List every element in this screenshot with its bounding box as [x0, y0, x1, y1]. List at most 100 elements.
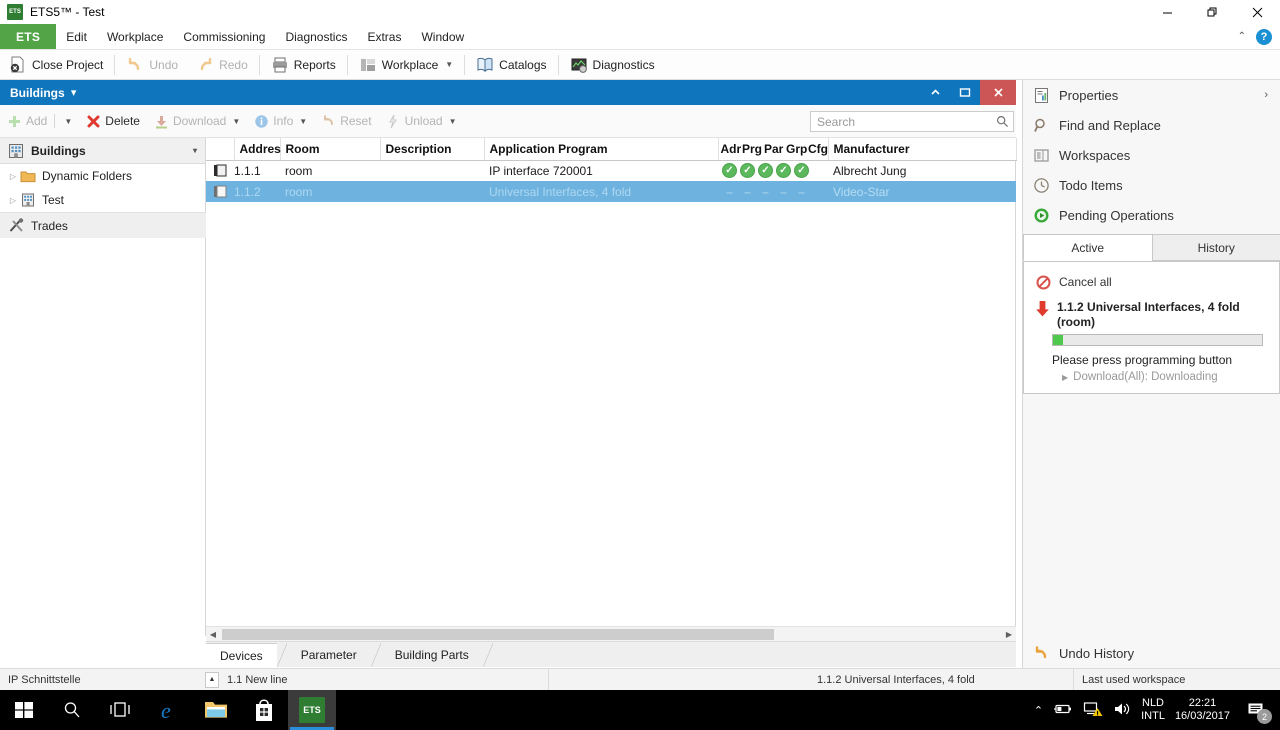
scroll-left-arrow-icon[interactable]: ◀: [206, 630, 220, 639]
diagnostics-button[interactable]: Diagnostics: [561, 52, 664, 78]
clock-icon: [1033, 177, 1050, 194]
add-button[interactable]: Add ▼: [0, 109, 79, 133]
tree-item-test[interactable]: ▷ Test: [0, 188, 205, 212]
status-indicators: ✓ ✓ ✓ ✓ ✓: [722, 163, 828, 179]
expander-icon[interactable]: ▷: [6, 172, 20, 181]
network-warning-icon[interactable]: [1083, 701, 1103, 720]
pending-operation-subtask[interactable]: ▶ Download(All): Downloading: [1024, 367, 1279, 383]
tab-building-parts[interactable]: Building Parts: [381, 643, 483, 667]
menu-commissioning[interactable]: Commissioning: [173, 24, 275, 49]
panel-restore-button[interactable]: [950, 80, 980, 105]
close-project-icon: [9, 56, 27, 74]
menu-ets[interactable]: ETS: [0, 24, 57, 49]
panel-collapse-button[interactable]: [920, 80, 950, 105]
status-interface[interactable]: IP Schnittstelle: [0, 669, 205, 691]
scrollbar-thumb[interactable]: [222, 628, 774, 640]
menu-workplace[interactable]: Workplace: [97, 24, 173, 49]
status-line-label: 1.1 New line: [227, 673, 288, 686]
catalogs-button[interactable]: Catalogs: [467, 52, 555, 78]
workplace-button[interactable]: Workplace ▼: [350, 52, 462, 78]
table-row[interactable]: 1.1.2 room Universal Interfaces, 4 fold …: [206, 181, 1016, 202]
col-par[interactable]: Par: [762, 138, 784, 161]
status-line: 1.1 New line: [219, 668, 549, 691]
sidebar-item-properties[interactable]: Properties ›: [1023, 80, 1280, 110]
tree-footer-trades[interactable]: Trades: [0, 212, 206, 238]
menu-edit[interactable]: Edit: [56, 24, 97, 49]
chevron-down-icon[interactable]: ▼: [64, 117, 72, 126]
col-cfg[interactable]: Cfg: [806, 138, 829, 161]
unload-button[interactable]: Unload ▼: [379, 109, 464, 133]
restore-button[interactable]: [1190, 0, 1235, 24]
download-button[interactable]: Download ▼: [147, 109, 247, 133]
info-button[interactable]: Info ▼: [247, 109, 314, 133]
volume-icon[interactable]: [1113, 701, 1131, 720]
panel-close-button[interactable]: [980, 80, 1016, 105]
tab-parameter[interactable]: Parameter: [287, 643, 371, 667]
chevron-down-icon[interactable]: ▼: [299, 117, 307, 126]
building-small-icon: [20, 192, 36, 208]
tab-active[interactable]: Active: [1023, 234, 1153, 261]
minimize-button[interactable]: [1145, 0, 1190, 24]
table-horizontal-scrollbar[interactable]: ◀ ▶: [206, 626, 1016, 641]
undo-button[interactable]: Undo: [117, 52, 187, 78]
table-row[interactable]: 1.1.1 room IP interface 720001 ✓ ✓ ✓ ✓ ✓: [206, 160, 1016, 181]
chevron-up-icon[interactable]: ⌃: [1238, 31, 1246, 42]
search-input[interactable]: [811, 114, 991, 129]
task-view-icon[interactable]: [96, 690, 144, 730]
status-expand-button[interactable]: ▲: [205, 671, 219, 688]
col-application-program[interactable]: Application Program: [484, 138, 719, 161]
edge-icon[interactable]: e: [144, 690, 192, 730]
col-adr[interactable]: Adr: [718, 138, 741, 161]
col-description[interactable]: Description: [380, 138, 485, 161]
tray-clock[interactable]: 22:21 16/03/2017: [1175, 697, 1230, 723]
close-project-button[interactable]: Close Project: [0, 52, 112, 78]
window-title: ETS5™ - Test: [30, 5, 105, 19]
sidebar-item-pending-operations[interactable]: Pending Operations: [1023, 200, 1280, 230]
battery-icon[interactable]: [1053, 702, 1073, 719]
help-icon[interactable]: ?: [1256, 28, 1272, 45]
expander-icon[interactable]: ▶: [1062, 373, 1068, 382]
chevron-down-icon[interactable]: ▼: [449, 117, 457, 126]
tray-language[interactable]: NLD INTL: [1141, 697, 1165, 723]
chevron-down-icon[interactable]: ▾: [193, 146, 205, 155]
delete-button[interactable]: Delete: [79, 109, 147, 133]
tree-item-dynamic-folders[interactable]: ▷ Dynamic Folders: [0, 164, 205, 188]
menu-window[interactable]: Window: [411, 24, 474, 49]
buildings-panel-title-caret[interactable]: ▾: [65, 80, 83, 105]
microsoft-store-icon[interactable]: [240, 690, 288, 730]
search-icon[interactable]: [48, 690, 96, 730]
menu-diagnostics[interactable]: Diagnostics: [275, 24, 357, 49]
reset-button[interactable]: Reset: [314, 109, 378, 133]
sidebar-item-find-and-replace[interactable]: Find and Replace: [1023, 110, 1280, 140]
expander-icon[interactable]: ▷: [6, 196, 20, 205]
sidebar-item-undo-history[interactable]: Undo History: [1023, 638, 1280, 668]
notification-icon[interactable]: 2: [1240, 690, 1274, 730]
tab-history[interactable]: History: [1151, 234, 1280, 261]
cancel-all-button[interactable]: Cancel all: [1024, 270, 1279, 294]
chevron-right-icon[interactable]: ›: [1264, 89, 1280, 101]
tree-header[interactable]: Buildings ▾: [0, 138, 205, 164]
search-box[interactable]: [810, 111, 1014, 132]
chevron-down-icon[interactable]: ▼: [445, 60, 453, 69]
scrollbar-track[interactable]: [220, 628, 1002, 640]
search-icon[interactable]: [991, 115, 1013, 128]
tray-overflow-icon[interactable]: ⌃: [1034, 704, 1043, 717]
close-button[interactable]: [1235, 0, 1280, 24]
menu-extras[interactable]: Extras: [357, 24, 411, 49]
sidebar-item-todo-items[interactable]: Todo Items: [1023, 170, 1280, 200]
col-room[interactable]: Room: [280, 138, 381, 161]
reports-button[interactable]: Reports: [262, 52, 345, 78]
pending-operation-item[interactable]: 1.1.2 Universal Interfaces, 4 fold (room…: [1024, 294, 1279, 330]
tab-devices[interactable]: Devices: [206, 643, 277, 667]
chevron-down-icon[interactable]: ▼: [232, 117, 240, 126]
col-address[interactable]: Addres: [234, 138, 281, 161]
col-prg[interactable]: Prg: [740, 138, 762, 161]
col-manufacturer[interactable]: Manufacturer: [828, 138, 1017, 161]
scroll-right-arrow-icon[interactable]: ▶: [1002, 630, 1016, 639]
sidebar-item-workspaces[interactable]: Workspaces: [1023, 140, 1280, 170]
redo-button[interactable]: Redo: [187, 52, 257, 78]
col-grp[interactable]: Grp: [784, 138, 807, 161]
ets-taskbar-icon[interactable]: ETS: [288, 690, 336, 730]
start-icon[interactable]: [0, 690, 48, 730]
file-explorer-icon[interactable]: [192, 690, 240, 730]
